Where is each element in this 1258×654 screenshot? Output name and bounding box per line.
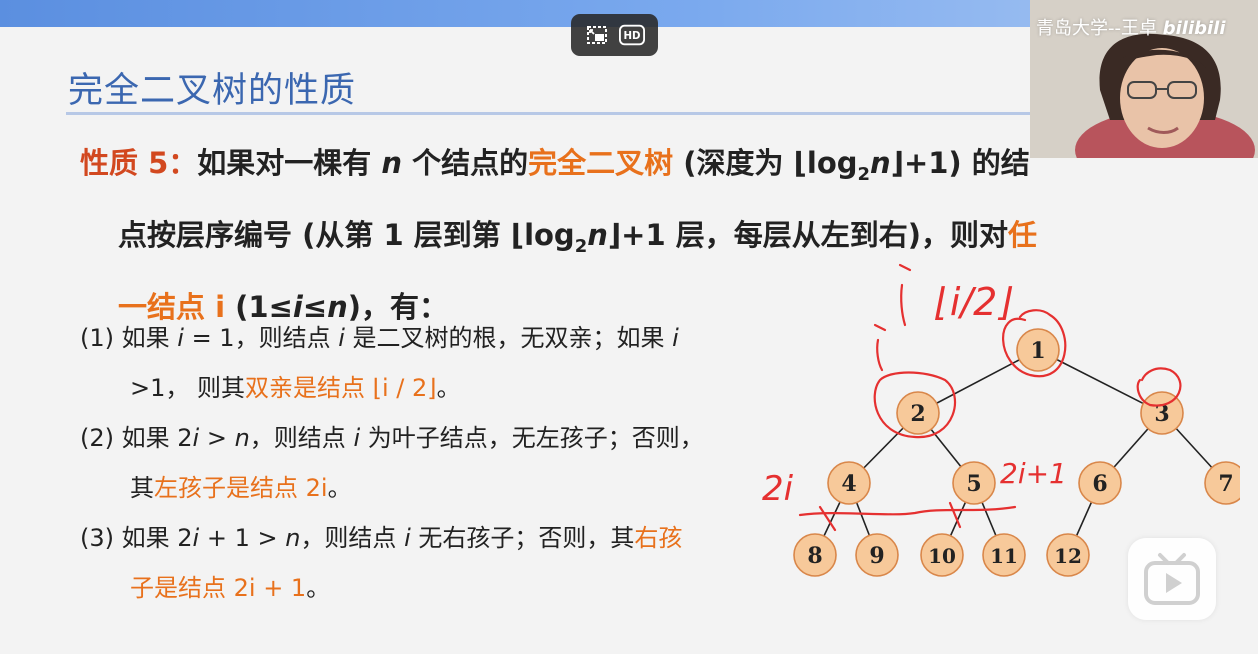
- tree-node-12: 12: [1046, 533, 1090, 577]
- item-1-line-1: (1) 如果 i = 1，则结点 i 是二叉树的根，无双亲；如果 i: [80, 313, 780, 363]
- tree-node-1: 1: [1016, 328, 1060, 372]
- hd-quality-button[interactable]: HD: [619, 22, 646, 48]
- tree-node-11: 11: [982, 533, 1026, 577]
- note-i-left: [873, 323, 887, 372]
- annotation-parent-formula: ⌊i/2⌋: [935, 280, 1012, 324]
- property-5-label: 性质 5：: [80, 146, 198, 180]
- tree-node-label: 2: [910, 401, 925, 427]
- tree-node-8: 8: [793, 533, 837, 577]
- item-2-line-2: 其左孩子是结点 2i。: [80, 463, 780, 513]
- text: >1， 则其: [130, 374, 246, 402]
- highlight-left-child: 左孩子是结点 2i: [154, 474, 328, 502]
- text: 。: [436, 374, 461, 402]
- tree-node-6: 6: [1078, 461, 1122, 505]
- picture-in-picture-button[interactable]: [584, 22, 610, 48]
- text: ，则结点: [249, 424, 354, 452]
- text: = 1，则结点: [183, 324, 339, 352]
- var-n: n: [381, 146, 403, 180]
- play-button[interactable]: [1128, 538, 1216, 620]
- hd-icon: HD: [619, 24, 646, 46]
- text: 为叶子结点，无左孩子；否则，: [360, 424, 704, 452]
- tree-node-label: 12: [1054, 544, 1082, 568]
- tree-node-9: 9: [855, 533, 899, 577]
- text: + 1 >: [199, 524, 286, 552]
- tree-node-label: 4: [841, 471, 856, 497]
- bilibili-logo: bilibili: [1162, 18, 1226, 39]
- text: (3) 如果 2: [80, 524, 193, 552]
- tree-node-label: 11: [990, 544, 1018, 568]
- subscript: 2: [857, 163, 871, 185]
- text: ⌋+1) 的结: [890, 146, 1030, 180]
- var-i: i: [672, 324, 679, 352]
- text: 是二叉树的根，无双亲；如果: [344, 324, 673, 352]
- webcam-overlay: 青岛大学--王卓 bilibili: [1030, 0, 1258, 158]
- text: 无右孩子；否则，其: [410, 524, 635, 552]
- underline-2i: [798, 505, 1017, 517]
- text: ，则结点: [300, 524, 405, 552]
- tree-node-label: 1: [1030, 338, 1045, 364]
- var-n: n: [234, 424, 250, 452]
- text: 点按层序编号 (从第 1 层到第 ⌊log: [118, 217, 575, 252]
- tree-node-label: 9: [869, 543, 884, 569]
- video-player-controls: HD: [571, 14, 658, 56]
- item-2-line-1: (2) 如果 2i > n，则结点 i 为叶子结点，无左孩子；否则，: [80, 413, 780, 463]
- tree-node-label: 6: [1092, 471, 1107, 497]
- tree-edges: [814, 349, 1227, 556]
- tree-node-10: 10: [920, 533, 964, 577]
- var-i: i: [177, 324, 184, 352]
- text: 其: [130, 474, 154, 502]
- annotation-right-2i1: 2i+1: [1000, 457, 1067, 490]
- tree-node-label: 10: [928, 544, 956, 568]
- text: (2) 如果 2: [80, 424, 193, 452]
- property-5-line-1: 性质 5：如果对一棵有 n 个结点的完全二叉树 (深度为 ⌊log2n⌋+1) …: [80, 133, 1150, 205]
- title-divider: [66, 112, 1032, 115]
- item-3-line-2: 子是结点 2i + 1。: [80, 563, 780, 613]
- presenter-name: 青岛大学--王卓: [1036, 18, 1157, 39]
- tree-node-2: 2: [896, 391, 940, 435]
- tree-node-label: 5: [966, 471, 981, 497]
- tree-node-7: 7: [1204, 461, 1240, 505]
- text: >: [199, 424, 235, 452]
- subscript: 2: [574, 235, 588, 257]
- property-items: (1) 如果 i = 1，则结点 i 是二叉树的根，无双亲；如果 i >1， 则…: [80, 313, 780, 613]
- tv-play-icon: [1144, 553, 1200, 605]
- pip-icon: [586, 26, 607, 44]
- text: 。: [306, 574, 331, 602]
- highlight-complete-binary-tree: 完全二叉树: [528, 146, 674, 180]
- text: (深度为 ⌊log: [673, 146, 858, 180]
- var-i: i: [404, 524, 411, 552]
- tick-marks: [818, 501, 962, 532]
- tree-node-label: 8: [807, 543, 822, 569]
- tree-node-label: 7: [1218, 471, 1233, 497]
- highlight-right-child: 子是结点 2i + 1: [130, 574, 307, 602]
- presenter-label: 青岛大学--王卓 bilibili: [1036, 14, 1226, 40]
- item-1-line-2: >1， 则其双亲是结点 ⌊i / 2⌋。: [80, 363, 780, 413]
- var-n: n: [285, 524, 301, 552]
- highlight-parent: 双亲是结点 ⌊i / 2⌋: [245, 374, 437, 402]
- item-3-line-1: (3) 如果 2i + 1 > n，则结点 i 无右孩子；否则，其右孩: [80, 513, 780, 563]
- text: 个结点的: [402, 146, 529, 180]
- text: (1) 如果: [80, 324, 178, 352]
- var-n: n: [870, 146, 891, 180]
- var-n: n: [587, 217, 608, 252]
- var-i: i: [338, 324, 345, 352]
- note-i: [898, 263, 912, 327]
- annotation-left-2i: 2i: [762, 469, 794, 509]
- tree-node-4: 4: [827, 461, 871, 505]
- hd-label: HD: [624, 31, 641, 42]
- text: 。: [327, 474, 352, 502]
- slide-title: 完全二叉树的性质: [68, 71, 357, 111]
- text: 如果对一棵有: [197, 146, 382, 180]
- tree-node-5: 5: [952, 461, 996, 505]
- highlight-right-child: 右孩: [634, 524, 683, 552]
